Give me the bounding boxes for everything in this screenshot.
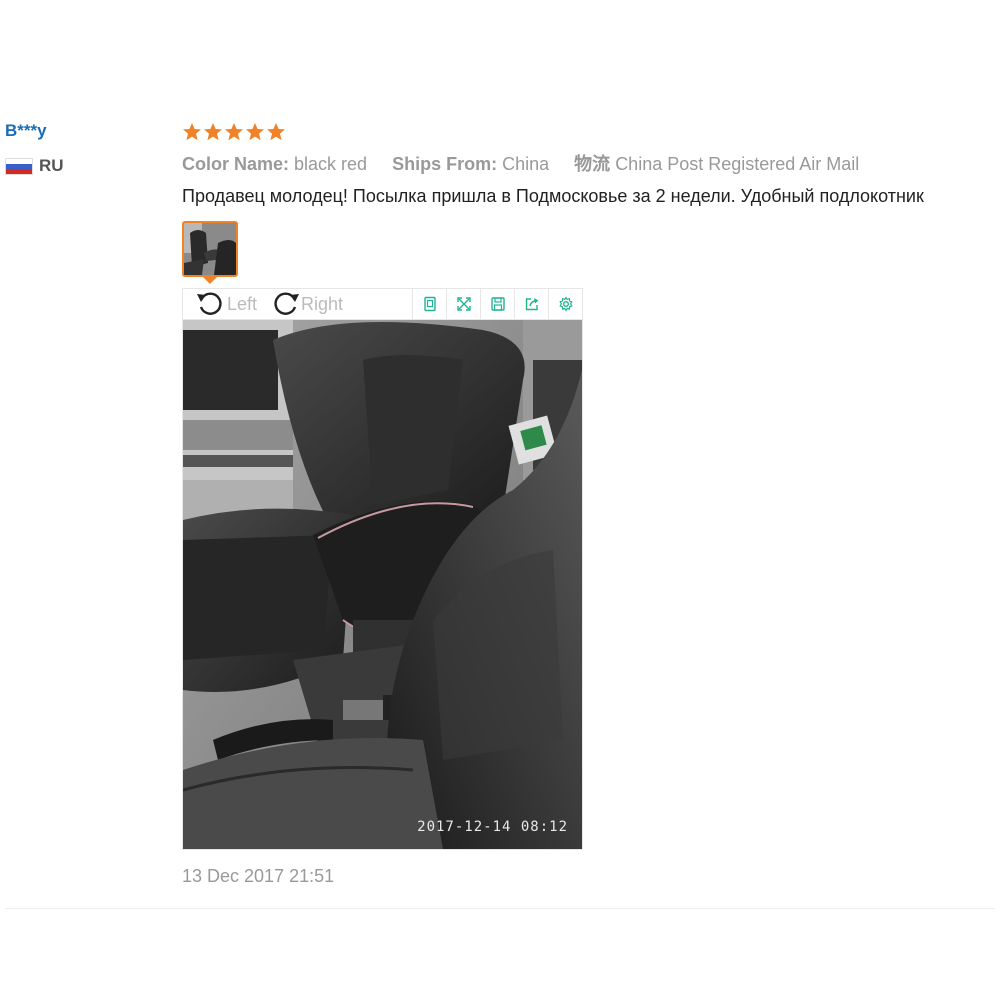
review-item: B***y RU Color Name: black red Ships Fro…: [0, 0, 1000, 1000]
share-icon: [525, 298, 538, 311]
settings-icon: [558, 296, 573, 312]
viewer-toolbar: Left Right: [183, 289, 582, 320]
logistics-value: China Post Registered Air Mail: [615, 154, 860, 174]
review-divider: [5, 908, 995, 909]
rotate-right-icon: [274, 292, 300, 315]
review-text: Продавец молодец! Посылка пришла в Подмо…: [182, 186, 924, 206]
rotate-left-label: Left: [227, 293, 258, 314]
color-name-value: black red: [294, 154, 368, 174]
photo-timestamp: 2017-12-14 08:12: [417, 819, 568, 835]
rotate-right-button[interactable]: Right: [269, 290, 343, 318]
rotate-controls: Left Right: [183, 290, 343, 318]
star-icon: [225, 123, 243, 141]
review-date: 13 Dec 2017 21:51: [182, 866, 335, 886]
share-button[interactable]: [514, 289, 548, 319]
russia-flag-icon: [5, 157, 33, 175]
review-photo[interactable]: 2017-12-14 08:12: [183, 320, 582, 849]
review-content: Color Name: black red Ships From: China …: [182, 120, 997, 887]
country-code: RU: [39, 156, 64, 175]
fullscreen-button[interactable]: [446, 289, 480, 319]
thumbnail-pointer: [203, 277, 217, 284]
star-icon: [183, 123, 201, 141]
star-icon: [204, 123, 222, 141]
rotate-left-icon: [197, 292, 222, 315]
thumbnail-image: [184, 223, 236, 275]
star-rating: [182, 120, 997, 144]
reviewer-info: B***y RU: [5, 120, 165, 176]
logistics-label: 物流: [574, 154, 611, 174]
color-name-label: Color Name:: [182, 154, 290, 174]
save-button[interactable]: [480, 289, 514, 319]
settings-button[interactable]: [548, 289, 582, 319]
rotate-left-button[interactable]: Left: [195, 290, 257, 318]
reviewer-name: B***y: [5, 121, 47, 140]
rotate-right-label: Right: [301, 293, 344, 314]
photo-viewer: Left Right 2017-12-14 08:12: [182, 288, 583, 850]
star-icon: [267, 123, 285, 141]
original-size-button[interactable]: [412, 289, 446, 319]
viewer-tools: [412, 289, 582, 319]
car-interior-photo: [183, 320, 582, 849]
order-info: Color Name: black red Ships From: China …: [182, 150, 997, 176]
ships-from-label: Ships From:: [392, 154, 498, 174]
save-icon: [490, 297, 505, 311]
star-icon: [246, 123, 264, 141]
fullscreen-icon: [456, 297, 471, 311]
reviewer-country: RU: [5, 156, 165, 176]
review-photo-thumbnail[interactable]: [182, 221, 238, 277]
original-size-icon: [423, 296, 436, 312]
ships-from-value: China: [502, 154, 550, 174]
